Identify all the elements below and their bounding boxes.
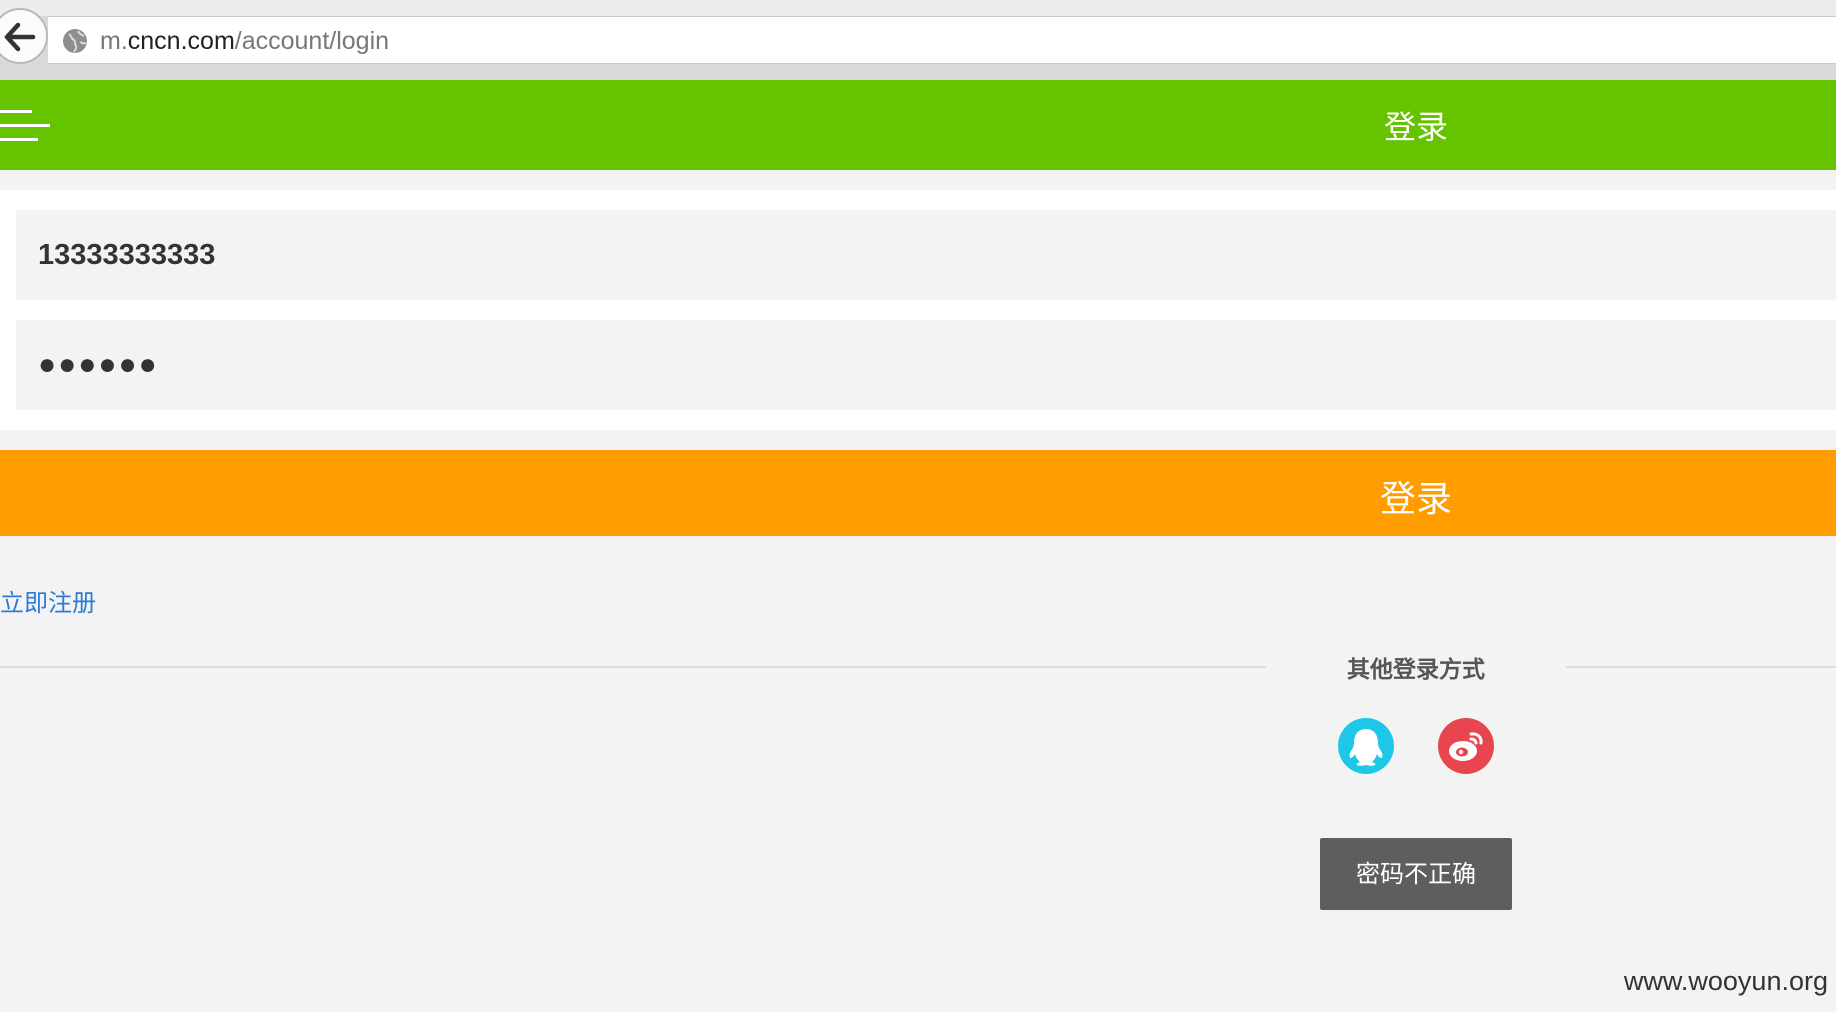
app-header: 登录 (0, 80, 1836, 170)
other-login-title: 其他登录方式 (1347, 657, 1485, 683)
watermark: www.wooyun.org (1623, 966, 1828, 996)
page-title: 登录 (1383, 108, 1448, 146)
url-domain: cncn.com (127, 27, 235, 55)
back-arrow-icon (4, 22, 36, 52)
qq-login-button[interactable] (1338, 718, 1394, 774)
browser-toolbar: m.cncn.com/account/login (0, 0, 1836, 80)
login-button[interactable]: 登录 (0, 450, 1836, 536)
address-bar[interactable]: m.cncn.com/account/login (48, 16, 1836, 64)
url-text: m.cncn.com/account/login (100, 27, 389, 56)
browser-back-button[interactable] (0, 8, 48, 64)
error-toast: 密码不正确 (1320, 838, 1512, 910)
qq-penguin-icon (1349, 729, 1383, 766)
url-path: /account/login (234, 27, 390, 55)
weibo-icon (1449, 732, 1483, 761)
password-input[interactable] (16, 320, 1836, 410)
url-prefix: m. (100, 27, 128, 55)
login-button-label: 登录 (1379, 478, 1452, 519)
phone-input[interactable] (16, 210, 1836, 300)
weibo-login-button[interactable] (1438, 718, 1494, 774)
register-link[interactable]: 立即注册 (0, 583, 96, 618)
login-form (0, 190, 1836, 430)
hamburger-menu-icon[interactable] (0, 110, 54, 142)
globe-icon (63, 29, 87, 53)
divider-right (1566, 666, 1836, 668)
divider-left (0, 666, 1266, 668)
browser-top-strip (0, 0, 1836, 16)
